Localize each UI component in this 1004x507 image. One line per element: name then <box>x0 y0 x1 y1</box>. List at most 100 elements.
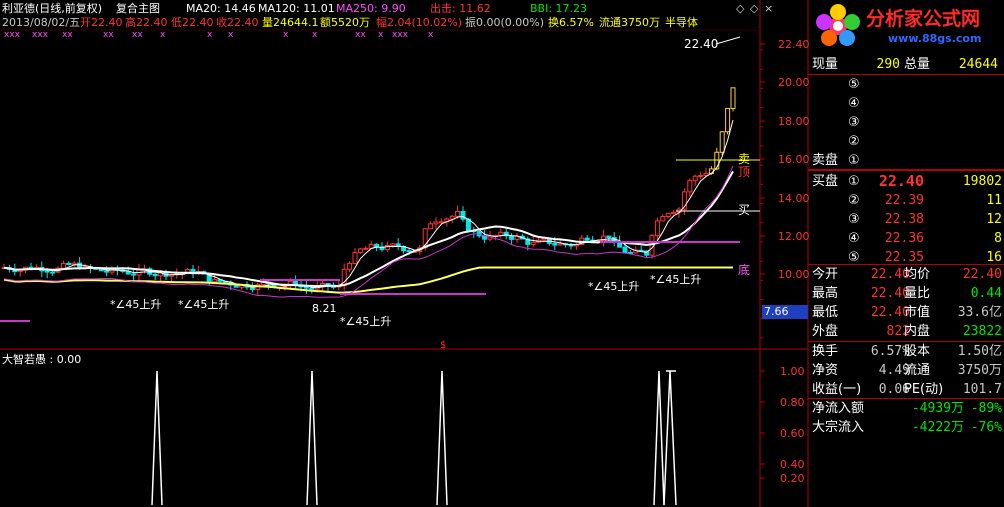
signal-mark: x <box>428 30 434 40</box>
bar-volume: 量24644.1 <box>262 16 319 29</box>
fundamental-row: 净资 4.49 流通 3750万 <box>808 360 1004 381</box>
price-tick: 14.00 <box>778 192 810 205</box>
candle-body <box>438 221 444 224</box>
prev-diamond-icon[interactable]: ◇ <box>736 2 744 15</box>
signal-mark: xx <box>132 30 143 40</box>
signal-mark: xxx <box>392 30 408 40</box>
sell-level-row: ② <box>808 131 1004 152</box>
ma-short-line <box>3 119 734 289</box>
sub-indicator-title[interactable]: 大智若愚 : 0.00 <box>2 353 81 366</box>
fundamental-row: 换手 6.57% 股本 1.50亿 <box>808 341 1004 362</box>
top-price-annotation: 22.40 <box>684 37 719 51</box>
flow-value: -4939万 <box>911 401 964 416</box>
signal-mark: xx <box>355 30 366 40</box>
candle-body <box>71 262 77 265</box>
bar-open: 开22.40 <box>80 16 123 29</box>
indicator-spike <box>306 370 318 506</box>
indicator-name[interactable]: 复合主图 <box>116 2 160 15</box>
candle-body <box>698 175 704 178</box>
buy-level-index: ② <box>848 193 860 208</box>
stat-value: 22.40 <box>962 267 1002 282</box>
ma120-label: MA120: 11.01 <box>258 2 335 15</box>
ma20-label: MA20: 14.46 <box>186 2 256 15</box>
stat-value: 23822 <box>962 324 1002 339</box>
buy-level-price: 22.40 <box>878 172 924 190</box>
candle-body <box>303 286 309 289</box>
buy-level-price: 22.36 <box>884 231 924 246</box>
buy-level-volume: 8 <box>994 231 1002 246</box>
bbi-label: BBI: 17.23 <box>530 2 588 15</box>
bar-turnover: 换6.57% <box>548 16 594 29</box>
signal-mark: x <box>312 30 318 40</box>
bar-range: 幅2.04(10.02%) <box>376 16 463 29</box>
bar-high: 高22.40 <box>125 16 168 29</box>
candle-body <box>66 262 72 265</box>
candle-body <box>692 175 698 182</box>
signal-mark: x <box>207 30 213 40</box>
total-volume-label: 总量 <box>904 57 931 72</box>
candle-body <box>606 235 612 239</box>
candle-body <box>552 242 558 246</box>
candle-body <box>660 216 666 222</box>
candle-body <box>725 107 731 133</box>
candle-body <box>60 262 66 269</box>
quote-panel: 现量 290 总量 24644 ⑤ ④ ③ ② 卖盘 ① 买盘 ① 22.40 19802 ② 22.39 11… <box>808 52 1004 507</box>
signal-mark: x <box>228 30 234 40</box>
flow-row: 净流入额 -4939万 -89% <box>808 398 1004 419</box>
candle-body <box>654 220 660 237</box>
signal-mark: xx <box>62 30 73 40</box>
stat-row: 最高 22.40 量比 0.44 <box>808 283 1004 304</box>
now-volume-row: 现量 290 总量 24644 <box>808 54 1004 75</box>
ma250-label: MA250: 9.90 <box>336 2 406 15</box>
indicator-spike <box>436 370 448 506</box>
flow-row: 大宗流入 -4222万 -76% <box>808 417 1004 438</box>
sell-level-index: ① <box>848 153 860 168</box>
bar-amount: 额5520万 <box>320 16 370 29</box>
flow-label: 净流入额 <box>812 401 865 416</box>
stat-label: 量比 <box>904 286 931 301</box>
fundamental-value: 101.7 <box>962 382 1002 397</box>
sell-level-index: ④ <box>848 96 860 111</box>
fundamental-value: 3750万 <box>957 363 1002 378</box>
sub-tick: 0.20 <box>780 472 805 485</box>
sector-label[interactable]: 半导体 <box>665 16 698 29</box>
candle-body <box>671 211 677 215</box>
candle-body <box>460 210 466 220</box>
sub-tick: 0.40 <box>780 458 805 471</box>
candle-body <box>455 210 461 217</box>
buy-level-volume: 11 <box>986 193 1002 208</box>
angle-label-1: *∠45上升 <box>110 298 162 311</box>
logo-url[interactable]: www.88gs.com <box>888 32 981 45</box>
candle-body <box>622 246 628 253</box>
total-volume-value: 24644 <box>958 57 998 72</box>
candle-body <box>309 287 315 290</box>
signal-mark: x <box>283 30 289 40</box>
fundamental-label: 收益(一) <box>812 382 862 397</box>
candle-body <box>44 270 50 273</box>
signal-mark: xxx <box>32 30 48 40</box>
candle-body <box>347 262 353 270</box>
sell-level-row: ④ <box>808 93 1004 114</box>
flow-percent: -89% <box>970 401 1002 416</box>
angle-label-2: *∠45上升 <box>178 298 230 311</box>
buy-level-volume: 19802 <box>962 174 1002 189</box>
signal-mark: x <box>378 30 384 40</box>
ma20-line <box>3 170 734 288</box>
buy-level-index: ④ <box>848 231 860 246</box>
price-tick: 20.00 <box>778 76 810 89</box>
candle-body <box>212 279 218 283</box>
sell-level-index: ③ <box>848 115 860 130</box>
next-diamond-icon[interactable]: ◇ <box>750 2 758 15</box>
top-signal-label: 顶 <box>738 165 751 179</box>
sub-tick: 0.60 <box>780 427 805 440</box>
candle-body <box>428 223 434 230</box>
buy-level-row: 买盘 ① 22.40 19802 <box>808 171 1004 192</box>
stock-title: 利亚德(日线,前复权) <box>2 2 103 15</box>
candles-group <box>1 87 736 296</box>
candle-body <box>584 237 590 241</box>
close-icon[interactable]: × <box>764 2 773 15</box>
stat-label: 外盘 <box>812 324 839 339</box>
candle-body <box>374 243 380 248</box>
fundamental-label: PE(动) <box>904 382 944 397</box>
buy-level-index: ① <box>848 174 860 189</box>
